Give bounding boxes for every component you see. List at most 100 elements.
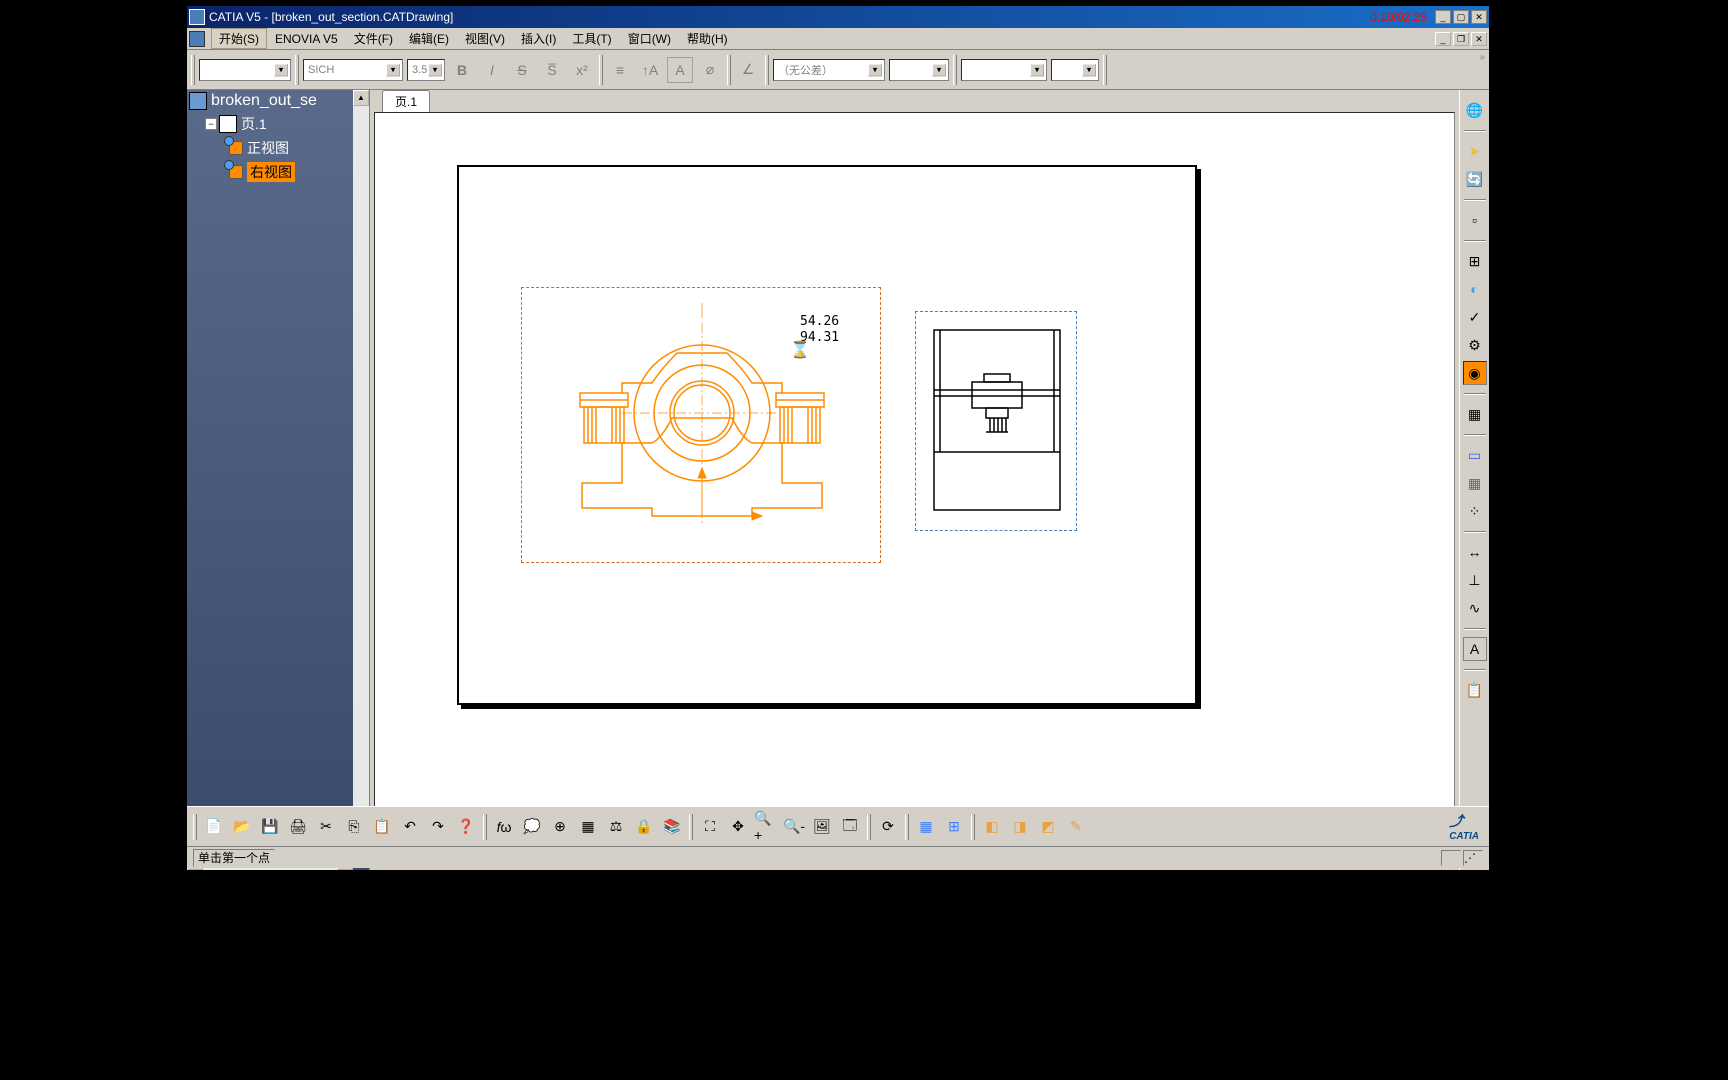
frame-button[interactable]: A: [667, 57, 693, 83]
italic-button[interactable]: I: [479, 57, 505, 83]
mdi-close-button[interactable]: ✕: [1471, 32, 1487, 46]
toolbar-handle[interactable]: [953, 55, 957, 85]
toolbar-handle[interactable]: [483, 814, 487, 840]
new-view-button[interactable]: ▫: [1463, 208, 1487, 232]
menu-enovia[interactable]: ENOVIA V5: [267, 30, 346, 48]
mdi-restore-button[interactable]: ❐: [1453, 32, 1469, 46]
multi-view-button[interactable]: 🗔: [837, 814, 863, 840]
redo-button[interactable]: ↷: [425, 814, 451, 840]
print-button[interactable]: 🖨: [285, 814, 311, 840]
font-size-combo[interactable]: 3.5: [407, 59, 445, 81]
toolbar-overflow-icon[interactable]: »: [1479, 52, 1485, 63]
tolerance-upper-combo[interactable]: [889, 59, 949, 81]
knowledge-button[interactable]: 💭: [519, 814, 545, 840]
manipulate-button[interactable]: 🔄: [1463, 167, 1487, 191]
new-button[interactable]: 📄: [201, 814, 227, 840]
grid-button[interactable]: ▦: [1463, 471, 1487, 495]
formula-button[interactable]: fω: [491, 814, 517, 840]
menu-edit[interactable]: 编辑(E): [401, 28, 457, 49]
toolbar-handle[interactable]: [905, 814, 909, 840]
curve-button[interactable]: ∿: [1463, 596, 1487, 620]
design-table-button[interactable]: ▦: [575, 814, 601, 840]
balloon-button[interactable]: ◐: [1463, 277, 1487, 301]
menu-start[interactable]: 开始(S): [211, 28, 267, 49]
unit-combo[interactable]: [1051, 59, 1099, 81]
precision-combo[interactable]: [961, 59, 1047, 81]
bold-button[interactable]: B: [449, 57, 475, 83]
line-button[interactable]: ↔: [1463, 540, 1487, 564]
table-button[interactable]: ▦: [1463, 402, 1487, 426]
menu-view[interactable]: 视图(V): [457, 28, 513, 49]
cut-button[interactable]: ✂: [313, 814, 339, 840]
grid-snap-button[interactable]: ⊞: [941, 814, 967, 840]
menu-insert[interactable]: 插入(I): [513, 28, 564, 49]
overline-button[interactable]: S̅: [539, 57, 565, 83]
front-view-frame[interactable]: 54.26 94.31 ⌛: [521, 287, 881, 563]
whatsthis-button[interactable]: ❓: [453, 814, 479, 840]
refresh-button[interactable]: ⟳: [875, 814, 901, 840]
active-tool-button[interactable]: ◉: [1463, 361, 1487, 385]
lock-button[interactable]: 🔒: [631, 814, 657, 840]
toolbar-handle[interactable]: [689, 814, 693, 840]
tree-view-right[interactable]: 右视图: [187, 160, 369, 184]
menu-window[interactable]: 窗口(W): [620, 28, 679, 49]
menu-tools[interactable]: 工具(T): [564, 28, 619, 49]
undo-button[interactable]: ↶: [397, 814, 423, 840]
anchor-button[interactable]: ↑A: [637, 57, 663, 83]
roughness-button[interactable]: ✓: [1463, 305, 1487, 329]
align-left-button[interactable]: ≡: [607, 57, 633, 83]
style-combo[interactable]: [199, 59, 291, 81]
strikethrough-button[interactable]: S: [509, 57, 535, 83]
open-button[interactable]: 📂: [229, 814, 255, 840]
constraint-button[interactable]: ⊥: [1463, 568, 1487, 592]
drawing-button[interactable]: 📋: [1463, 678, 1487, 702]
fit-all-button[interactable]: ⛶: [697, 814, 723, 840]
normal-view-button[interactable]: 🖼: [809, 814, 835, 840]
toolbar-handle[interactable]: [191, 55, 195, 85]
zoom-out-button[interactable]: 🔍-: [781, 814, 807, 840]
menu-help[interactable]: 帮助(H): [679, 28, 736, 49]
view-create-button[interactable]: ◧: [979, 814, 1005, 840]
menu-file[interactable]: 文件(F): [346, 28, 401, 49]
law-button[interactable]: ⚖: [603, 814, 629, 840]
right-view-frame[interactable]: [915, 311, 1077, 531]
drawing-canvas[interactable]: 54.26 94.31 ⌛: [374, 112, 1455, 866]
symbol-button[interactable]: ⌀: [697, 57, 723, 83]
maximize-button[interactable]: ▢: [1453, 10, 1469, 24]
toolbar-handle[interactable]: [867, 814, 871, 840]
section-button[interactable]: ◨: [1007, 814, 1033, 840]
datum-button[interactable]: ⚙: [1463, 333, 1487, 357]
copy-button[interactable]: ⎘: [341, 814, 367, 840]
frame-button[interactable]: ▭: [1463, 443, 1487, 467]
clip-button[interactable]: ✎: [1063, 814, 1089, 840]
status-resize-grip-icon[interactable]: ⋰: [1463, 850, 1483, 866]
mdi-minimize-button[interactable]: _: [1435, 32, 1451, 46]
dimension-button[interactable]: ⊞: [1463, 249, 1487, 273]
grid-on-button[interactable]: ▦: [913, 814, 939, 840]
snap-button[interactable]: ⁘: [1463, 499, 1487, 523]
superscript-button[interactable]: x²: [569, 57, 595, 83]
save-button[interactable]: 💾: [257, 814, 283, 840]
toolbar-handle[interactable]: [599, 55, 603, 85]
toolbar-handle[interactable]: [295, 55, 299, 85]
tree-expander-icon[interactable]: −: [205, 118, 217, 130]
minimize-button[interactable]: _: [1435, 10, 1451, 24]
text-button[interactable]: A: [1463, 637, 1487, 661]
toolbar-handle[interactable]: [193, 814, 197, 840]
font-combo[interactable]: SICH: [303, 59, 403, 81]
update-button[interactable]: 🌐: [1463, 98, 1487, 122]
tree-sheet[interactable]: − 页.1: [187, 112, 369, 136]
angle-button[interactable]: ∠: [735, 57, 761, 83]
toolbar-handle[interactable]: [727, 55, 731, 85]
sheet-tab[interactable]: 页.1: [382, 90, 430, 112]
select-arrow-button[interactable]: ➤: [1463, 139, 1487, 163]
catalog-button[interactable]: 📚: [659, 814, 685, 840]
paste-button[interactable]: 📋: [369, 814, 395, 840]
tree-vscrollbar[interactable]: ▲ ▼: [353, 90, 369, 854]
tolerance-combo[interactable]: （无公差）: [773, 59, 885, 81]
toolbar-handle[interactable]: [765, 55, 769, 85]
pan-button[interactable]: ✥: [725, 814, 751, 840]
toolbar-handle[interactable]: [1103, 55, 1107, 85]
detail-button[interactable]: ◩: [1035, 814, 1061, 840]
toolbar-handle[interactable]: [971, 814, 975, 840]
